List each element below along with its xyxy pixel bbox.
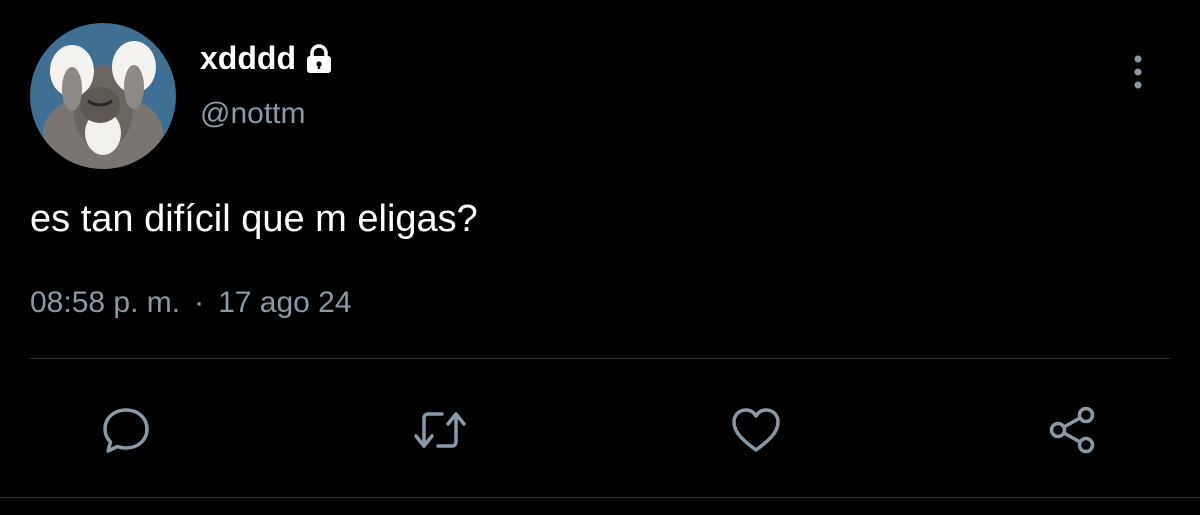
tweet-time[interactable]: 08:58 p. m. xyxy=(30,286,180,320)
tweet-date[interactable]: 17 ago 24 xyxy=(218,286,351,320)
avatar-image xyxy=(30,23,176,169)
retweet-icon xyxy=(414,412,466,448)
heart-icon xyxy=(732,408,780,452)
display-name-text: xdddd xyxy=(200,40,296,76)
reply-icon xyxy=(103,408,149,453)
more-vertical-icon xyxy=(1134,55,1142,89)
meta-separator: · xyxy=(194,286,205,319)
lock-icon xyxy=(304,43,334,75)
user-handle[interactable]: @nottm xyxy=(200,97,305,131)
share-icon xyxy=(1049,406,1095,454)
like-button[interactable] xyxy=(726,400,786,460)
divider xyxy=(30,358,1170,359)
tweet-meta: 08:58 p. m. · 17 ago 24 xyxy=(30,286,352,320)
retweet-button[interactable] xyxy=(410,400,470,460)
tweet-text: es tan difícil que m eligas? xyxy=(30,198,478,240)
bottom-divider xyxy=(0,497,1200,498)
more-options-button[interactable] xyxy=(1118,48,1158,96)
reply-button[interactable] xyxy=(96,400,156,460)
share-button[interactable] xyxy=(1042,400,1102,460)
display-name[interactable]: xdddd xyxy=(200,40,334,77)
avatar[interactable] xyxy=(30,23,176,169)
